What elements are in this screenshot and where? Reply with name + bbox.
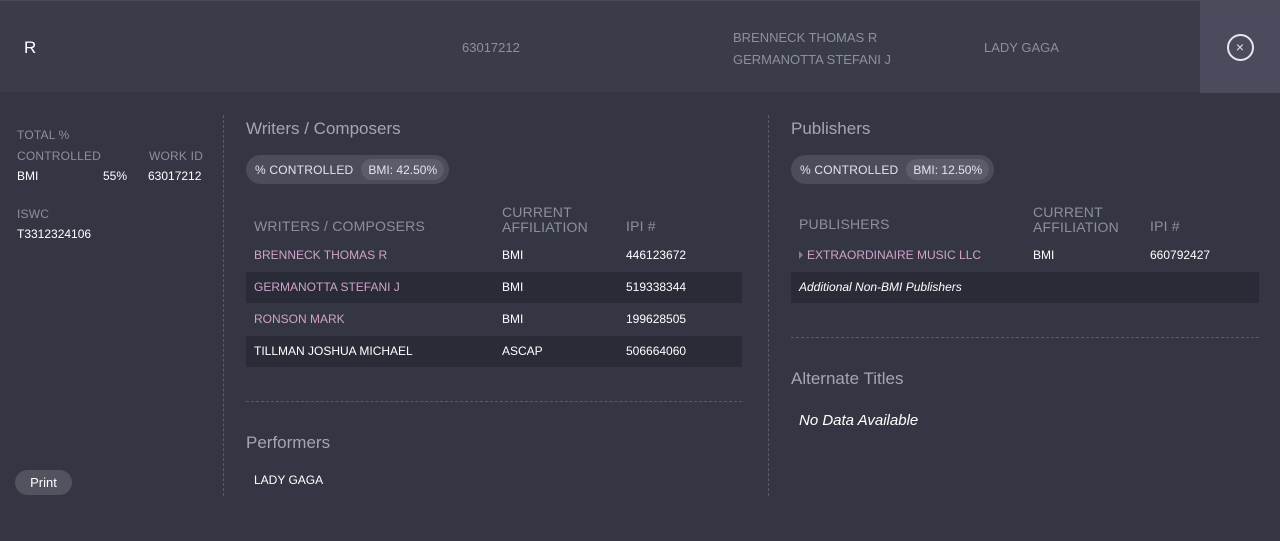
- section-divider: [791, 337, 1259, 338]
- table-row: BRENNECK THOMAS R BMI 446123672: [246, 240, 742, 271]
- work-id-value: 63017212: [148, 169, 202, 183]
- pill-label: % CONTROLLED: [255, 162, 354, 177]
- publisher-ipi: 660792427: [1150, 248, 1211, 262]
- table-row: RONSON MARK BMI 199628505: [246, 304, 742, 335]
- additional-publishers-row: Additional Non-BMI Publishers: [791, 272, 1259, 303]
- section-divider: [246, 401, 742, 402]
- table-row: TILLMAN JOSHUA MICHAEL ASCAP 506664060: [246, 336, 742, 367]
- writers-controlled-pill: % CONTROLLED BMI: 42.50%: [246, 155, 450, 184]
- close-button[interactable]: ×: [1200, 1, 1280, 93]
- performer-item: LADY GAGA: [254, 473, 324, 487]
- pill-value: BMI: 42.50%: [361, 159, 445, 180]
- iswc-label: ISWC: [17, 207, 50, 221]
- pill-value: BMI: 12.50%: [906, 159, 990, 180]
- header-writers: BRENNECK THOMAS R GERMANOTTA STEFANI J: [733, 27, 891, 71]
- iswc-value: T3312324106: [17, 227, 92, 241]
- work-title: R: [24, 38, 37, 57]
- total-percent-label: TOTAL %: [17, 128, 70, 142]
- close-icon: ×: [1226, 33, 1254, 61]
- controlled-org: BMI: [17, 169, 39, 183]
- writer-name-link[interactable]: GERMANOTTA STEFANI J: [254, 280, 400, 294]
- table-row: EXTRAORDINAIRE MUSIC LLC BMI 660792427: [791, 240, 1259, 271]
- writer-ipi: 519338344: [626, 280, 687, 294]
- writer-affiliation: BMI: [502, 312, 524, 326]
- table-row: GERMANOTTA STEFANI J BMI 519338344: [246, 272, 742, 303]
- publishers-controlled-pill: % CONTROLLED BMI: 12.50%: [791, 155, 995, 184]
- column-header-affiliation: CURRENT AFFILIATION: [502, 204, 588, 235]
- column-header-ipi: IPI #: [1150, 218, 1180, 234]
- pill-label: % CONTROLLED: [800, 162, 899, 177]
- writer-name-link[interactable]: BRENNECK THOMAS R: [254, 248, 387, 262]
- work-id-label: WORK ID: [149, 149, 204, 163]
- controlled-percent: 55%: [103, 169, 128, 183]
- publisher-name-link[interactable]: EXTRAORDINAIRE MUSIC LLC: [807, 248, 981, 262]
- no-data-text: No Data Available: [799, 412, 919, 429]
- column-divider: [223, 115, 224, 496]
- additional-publishers-label: Additional Non-BMI Publishers: [799, 280, 962, 294]
- controlled-label: CONTROLLED: [17, 149, 102, 163]
- writer-ipi: 199628505: [626, 312, 687, 326]
- column-header-publishers: PUBLISHERS: [799, 216, 890, 232]
- column-header-ipi: IPI #: [626, 218, 656, 234]
- header-work-id: 63017212: [462, 40, 520, 55]
- header-performer: LADY GAGA: [984, 40, 1059, 55]
- writer-ipi: 446123672: [626, 248, 687, 262]
- expand-triangle-icon[interactable]: [799, 251, 803, 259]
- performers-section-title: Performers: [246, 433, 331, 452]
- header-writer: BRENNECK THOMAS R: [733, 30, 878, 45]
- column-divider: [768, 115, 769, 496]
- work-header: R 63017212 BRENNECK THOMAS R GERMANOTTA …: [0, 0, 1280, 93]
- writer-name: TILLMAN JOSHUA MICHAEL: [254, 344, 413, 358]
- writer-affiliation: BMI: [502, 280, 524, 294]
- alternate-titles-section-title: Alternate Titles: [791, 369, 904, 388]
- writer-affiliation: BMI: [502, 248, 524, 262]
- writer-affiliation: ASCAP: [502, 344, 543, 358]
- writer-name-link[interactable]: RONSON MARK: [254, 312, 345, 326]
- column-header-writers: WRITERS / COMPOSERS: [254, 218, 426, 234]
- header-writer: GERMANOTTA STEFANI J: [733, 52, 891, 67]
- writers-section-title: Writers / Composers: [246, 119, 401, 138]
- publisher-affiliation: BMI: [1033, 248, 1055, 262]
- column-header-affiliation: CURRENT AFFILIATION: [1033, 204, 1119, 235]
- writer-ipi: 506664060: [626, 344, 687, 358]
- print-button[interactable]: Print: [15, 470, 72, 495]
- publishers-section-title: Publishers: [791, 119, 871, 138]
